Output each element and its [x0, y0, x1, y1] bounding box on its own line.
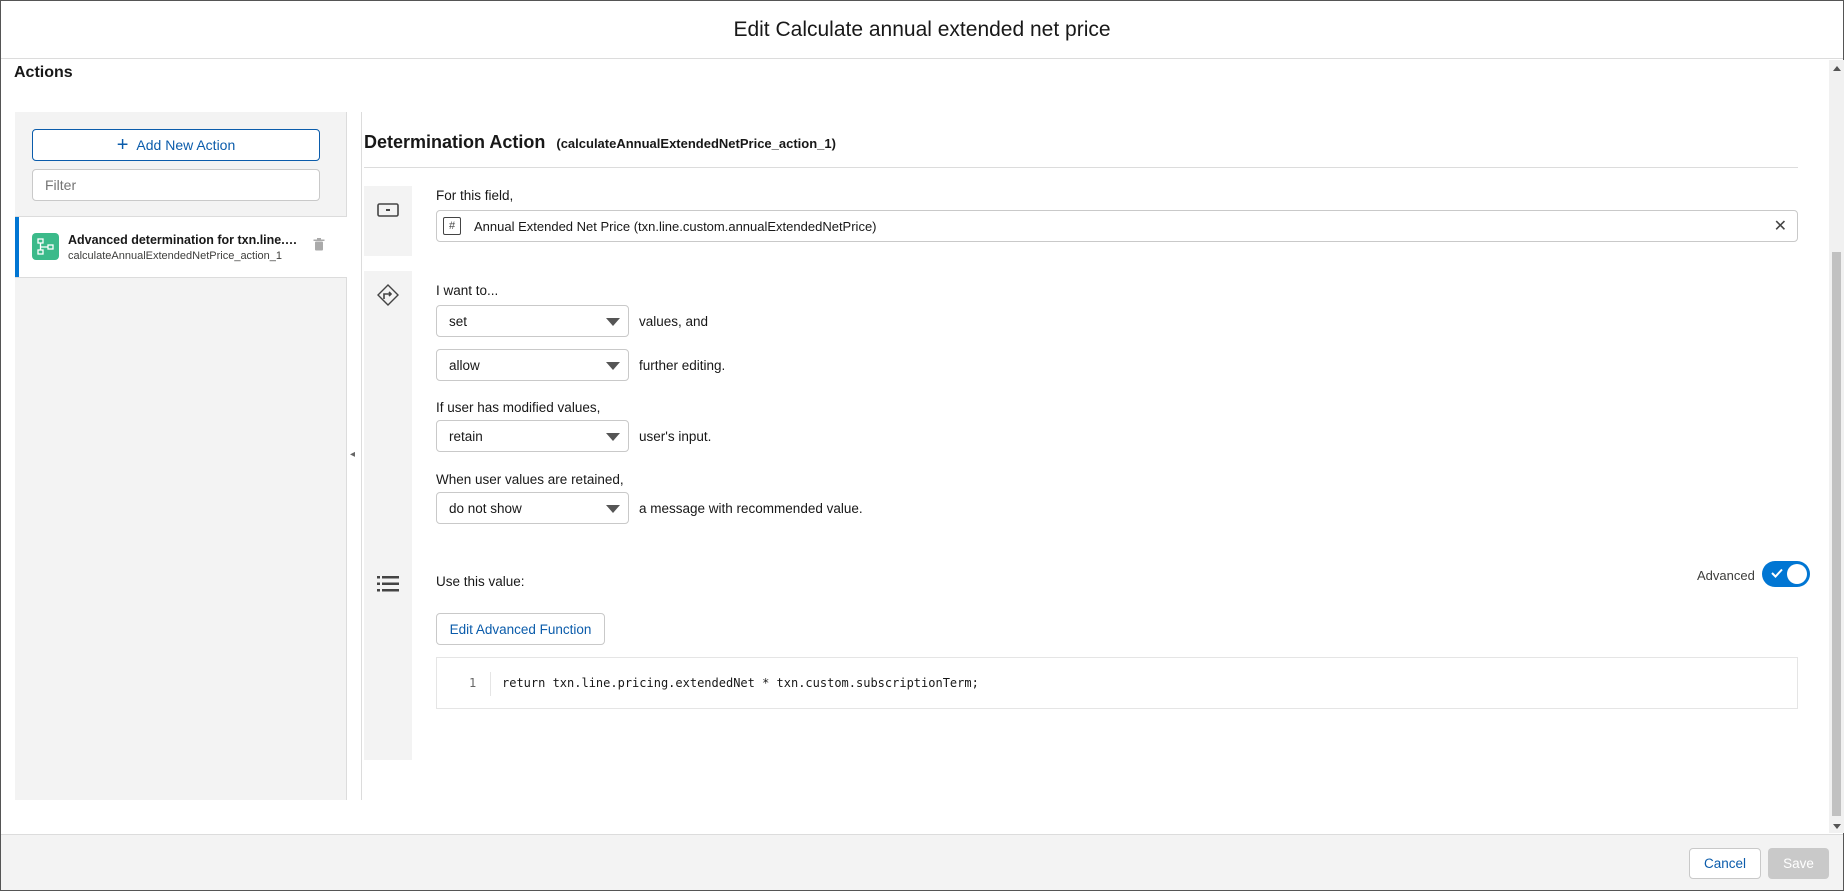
scrollbar-thumb[interactable]	[1832, 252, 1841, 816]
advanced-toggle-label: Advanced	[1697, 568, 1755, 583]
target-field-input[interactable]: # Annual Extended Net Price (txn.line.cu…	[436, 210, 1798, 242]
mode-suffix: values, and	[639, 314, 709, 329]
editing-suffix: further editing.	[639, 358, 726, 373]
gutter-divider	[490, 672, 491, 696]
chevron-down-icon	[606, 318, 620, 326]
target-field-value: Annual Extended Net Price (txn.line.cust…	[474, 219, 877, 234]
checkmark-icon	[1770, 566, 1784, 585]
delete-action-icon[interactable]	[313, 238, 325, 256]
list-icon	[376, 572, 400, 601]
plus-icon: +	[116, 134, 129, 156]
scroll-up-icon[interactable]	[1833, 66, 1841, 71]
scroll-down-icon[interactable]	[1833, 824, 1841, 829]
flow-decision-icon	[32, 233, 59, 260]
action-item-subtitle: calculateAnnualExtendedNetPrice_action_1	[68, 250, 283, 262]
modal-body: + Add New Action Advanced determination …	[15, 112, 1827, 800]
cancel-button[interactable]: Cancel	[1689, 848, 1761, 879]
filter-input[interactable]	[32, 169, 320, 201]
directions-icon	[376, 283, 400, 312]
panel-resize-handle[interactable]: ◂	[347, 112, 362, 800]
chevron-down-icon	[606, 505, 620, 513]
editing-select[interactable]: allow	[436, 349, 629, 381]
code-line: return txn.line.pricing.extendedNet * tx…	[502, 676, 979, 690]
modified-suffix: user's input.	[639, 429, 712, 444]
line-number: 1	[469, 676, 477, 690]
retained-select-value: do not show	[449, 500, 522, 516]
determination-heading: Determination Action (calculateAnnualExt…	[364, 132, 836, 153]
determination-title: Determination Action	[364, 132, 546, 152]
chevron-left-icon: ◂	[350, 449, 356, 460]
edit-advanced-function-button[interactable]: Edit Advanced Function	[436, 613, 605, 645]
actions-list-panel: + Add New Action Advanced determination …	[15, 112, 347, 800]
code-editor[interactable]: 1 return txn.line.pricing.extendedNet * …	[436, 657, 1798, 709]
modified-select[interactable]: retain	[436, 420, 629, 452]
value-section-icon-column	[364, 560, 412, 760]
action-item-title: Advanced determination for txn.line.c...	[68, 233, 298, 247]
chevron-down-icon	[606, 433, 620, 441]
chevron-down-icon	[606, 362, 620, 370]
determination-editor: Determination Action (calculateAnnualExt…	[364, 112, 1827, 800]
field-section-label: For this field,	[436, 188, 514, 203]
toggle-knob	[1787, 564, 1807, 584]
selected-indicator	[15, 217, 19, 277]
add-new-action-label: Add New Action	[136, 137, 236, 153]
save-button[interactable]: Save	[1768, 848, 1829, 879]
mode-select[interactable]: set	[436, 305, 629, 337]
retained-label: When user values are retained,	[436, 472, 624, 487]
number-field-icon: #	[443, 217, 461, 235]
field-icon	[376, 198, 400, 227]
actions-section-title: Actions	[14, 64, 73, 81]
modified-select-value: retain	[449, 428, 483, 444]
modified-label: If user has modified values,	[436, 400, 601, 415]
advanced-toggle[interactable]	[1762, 561, 1810, 587]
modal-footer: Cancel Save	[1, 834, 1843, 890]
add-new-action-button[interactable]: + Add New Action	[32, 129, 320, 161]
use-value-label: Use this value:	[436, 574, 525, 589]
vertical-scrollbar[interactable]	[1829, 60, 1844, 833]
modal-header: Edit Calculate annual extended net price	[1, 1, 1843, 59]
modal-title: Edit Calculate annual extended net price	[733, 17, 1111, 41]
retained-suffix: a message with recommended value.	[639, 501, 863, 516]
clear-icon[interactable]: ✕	[1774, 216, 1787, 236]
heading-divider	[364, 167, 1798, 168]
determination-api-name: (calculateAnnualExtendedNetPrice_action_…	[556, 136, 836, 151]
editing-select-value: allow	[449, 357, 480, 373]
mode-select-value: set	[449, 313, 468, 329]
retained-select[interactable]: do not show	[436, 492, 629, 524]
i-want-label: I want to...	[436, 283, 499, 298]
action-list-item[interactable]: Advanced determination for txn.line.c...…	[15, 216, 347, 278]
field-section-icon-column	[364, 186, 412, 256]
